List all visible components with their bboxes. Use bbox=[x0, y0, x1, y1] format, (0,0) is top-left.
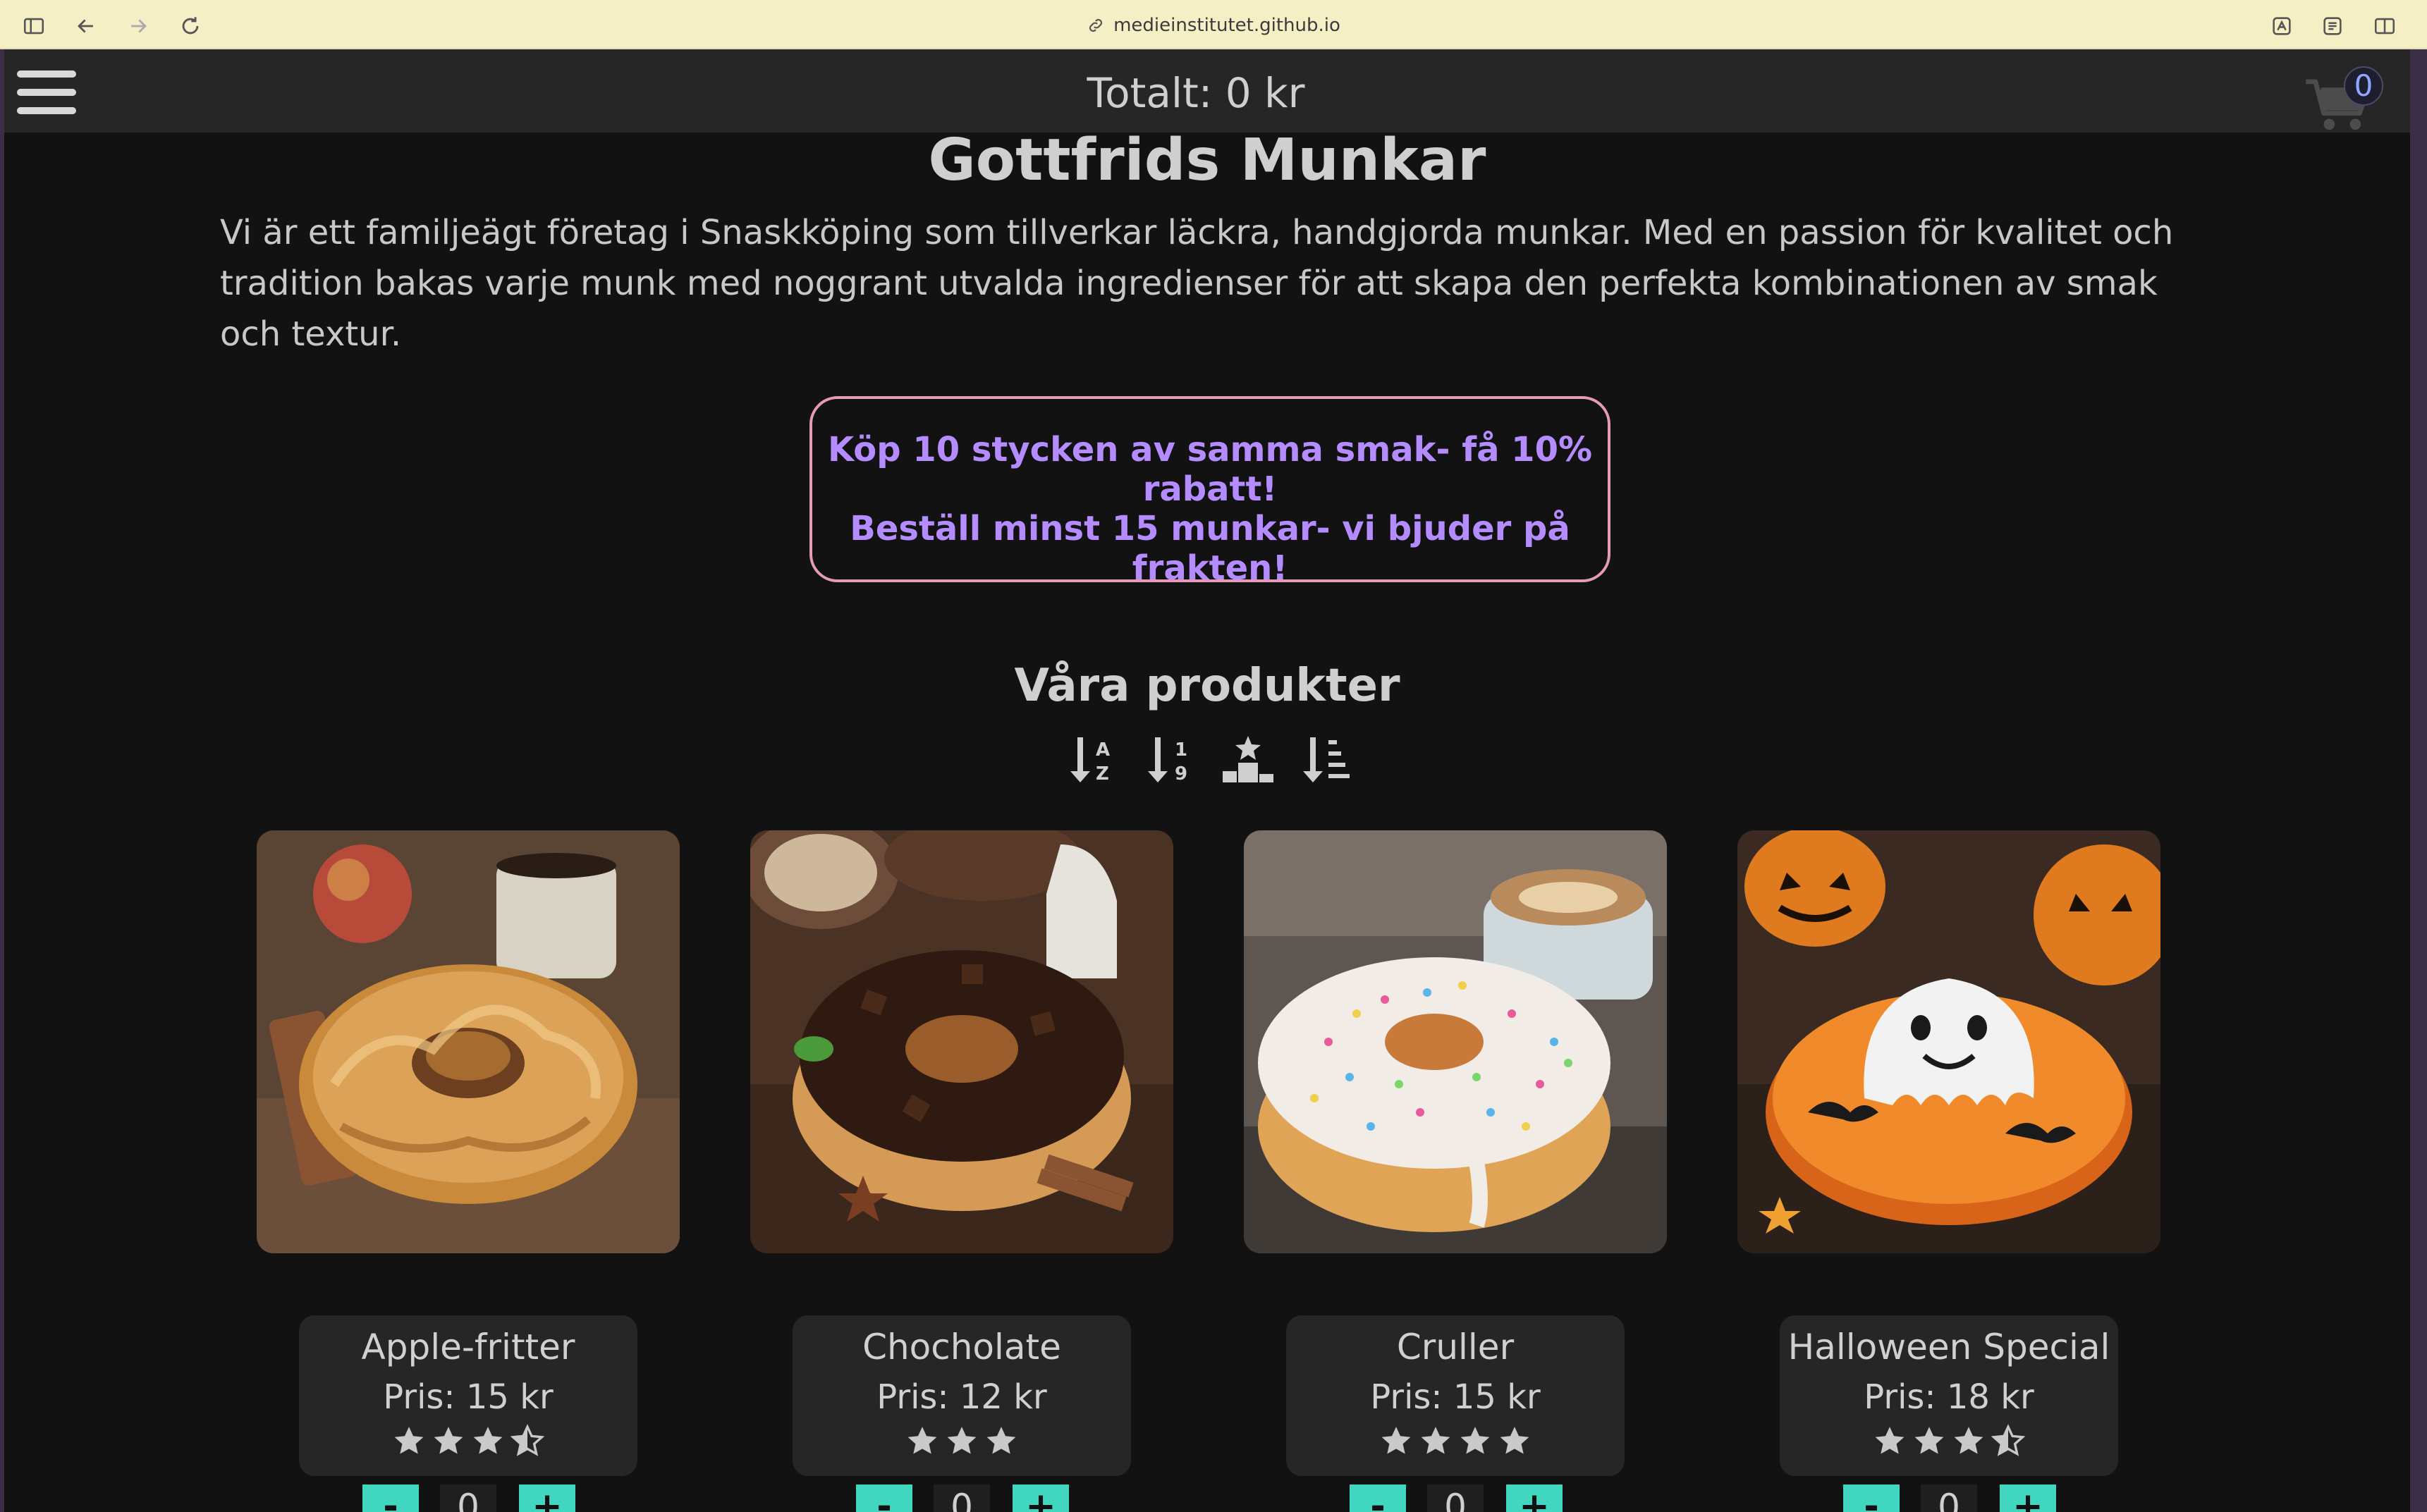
sort-numeric-icon[interactable]: 1 9 bbox=[1142, 732, 1199, 788]
increase-button[interactable]: + bbox=[1013, 1485, 1069, 1512]
translate-icon[interactable] bbox=[2268, 12, 2296, 40]
address-bar[interactable]: medieinstitutet.github.io bbox=[987, 10, 1440, 41]
reader-icon[interactable] bbox=[2318, 12, 2347, 40]
product-card: Cruller Pris: 15 kr - 0 + bbox=[1244, 830, 1667, 1512]
star-icon bbox=[473, 1427, 503, 1454]
page: Totalt: 0 kr 0 Gottfrids Munkar Vi är et… bbox=[4, 49, 2410, 1512]
promo-line: Köp 10 stycken av samma smak- få 10% rab… bbox=[827, 430, 1593, 509]
link-icon bbox=[1089, 18, 1103, 32]
decrease-button[interactable]: - bbox=[1350, 1485, 1406, 1512]
product-name: Chocholate bbox=[862, 1327, 1061, 1367]
product-price: Pris: 15 kr bbox=[1370, 1377, 1541, 1417]
increase-button[interactable]: + bbox=[1506, 1485, 1563, 1512]
star-icon bbox=[1421, 1427, 1450, 1454]
star-icon bbox=[1500, 1427, 1529, 1454]
star-icon bbox=[434, 1427, 463, 1454]
cart-count-badge: 0 bbox=[2344, 66, 2383, 106]
increase-button[interactable]: + bbox=[519, 1485, 575, 1512]
product-info: Cruller Pris: 15 kr bbox=[1286, 1315, 1625, 1476]
product-name: Halloween Special bbox=[1787, 1327, 2110, 1367]
star-icon bbox=[986, 1427, 1016, 1454]
page-title: Gottfrids Munkar bbox=[928, 127, 1486, 194]
decrease-button[interactable]: - bbox=[856, 1485, 912, 1512]
svg-text:9: 9 bbox=[1175, 763, 1187, 785]
product-card: Chocholate Pris: 12 kr - 0 + bbox=[750, 830, 1173, 1512]
products-heading: Våra produkter bbox=[1014, 660, 1400, 712]
product-info: Chocholate Pris: 12 kr bbox=[793, 1315, 1131, 1476]
svg-text:Z: Z bbox=[1096, 763, 1109, 785]
product-info: Apple-fritter Pris: 15 kr bbox=[299, 1315, 637, 1476]
star-icon bbox=[1914, 1427, 1944, 1454]
back-icon[interactable] bbox=[72, 12, 100, 40]
quantity-stepper: - 0 + bbox=[362, 1485, 575, 1512]
decrease-button[interactable]: - bbox=[1843, 1485, 1900, 1512]
star-icon bbox=[907, 1427, 937, 1454]
sort-alpha-icon[interactable]: A Z bbox=[1065, 732, 1121, 788]
star-icon bbox=[1460, 1427, 1490, 1454]
quantity-value: 0 bbox=[1427, 1485, 1484, 1512]
split-view-icon[interactable] bbox=[2371, 12, 2399, 40]
forward-icon[interactable] bbox=[124, 12, 152, 40]
svg-text:1: 1 bbox=[1175, 739, 1187, 761]
hamburger-icon[interactable] bbox=[17, 70, 78, 123]
quantity-stepper: - 0 + bbox=[856, 1485, 1069, 1512]
decrease-button[interactable]: - bbox=[362, 1485, 419, 1512]
quantity-stepper: - 0 + bbox=[1843, 1485, 2056, 1512]
star-half-icon bbox=[510, 1424, 545, 1456]
product-image bbox=[257, 830, 680, 1253]
product-image bbox=[1244, 830, 1667, 1253]
product-price: Pris: 15 kr bbox=[383, 1377, 554, 1417]
star-icon bbox=[1875, 1427, 1905, 1454]
product-name: Apple-fritter bbox=[361, 1327, 575, 1367]
product-rating bbox=[1286, 1424, 1625, 1466]
product-image bbox=[1737, 830, 2160, 1253]
window-frame-right bbox=[2410, 49, 2427, 1512]
sort-category-icon[interactable] bbox=[1297, 732, 1354, 788]
star-icon bbox=[1381, 1427, 1411, 1454]
product-rating bbox=[793, 1424, 1131, 1466]
product-card: Halloween Special Pris: 18 kr - 0 + bbox=[1737, 830, 2160, 1512]
product-rating bbox=[1780, 1424, 2118, 1466]
product-price: Pris: 18 kr bbox=[1864, 1377, 2034, 1417]
product-card: Apple-fritter Pris: 15 kr - 0 + bbox=[257, 830, 680, 1512]
browser-toolbar: medieinstitutet.github.io bbox=[0, 0, 2427, 49]
product-image bbox=[750, 830, 1173, 1253]
star-icon bbox=[394, 1427, 424, 1454]
cart-total: Totalt: 0 kr bbox=[1087, 69, 1305, 117]
svg-text:A: A bbox=[1096, 739, 1110, 761]
product-rating bbox=[299, 1424, 637, 1466]
quantity-stepper: - 0 + bbox=[1350, 1485, 1563, 1512]
sort-toolbar: A Z 1 9 bbox=[1065, 732, 1354, 788]
sort-rating-icon[interactable] bbox=[1220, 732, 1276, 788]
product-name: Cruller bbox=[1396, 1327, 1515, 1367]
star-icon bbox=[1954, 1427, 1983, 1454]
product-info: Halloween Special Pris: 18 kr bbox=[1780, 1315, 2118, 1476]
promo-line: Beställ minst 15 munkar- vi bjuder på fr… bbox=[850, 509, 1570, 588]
promo-box: Köp 10 stycken av samma smak- få 10% rab… bbox=[809, 396, 1610, 588]
url-text: medieinstitutet.github.io bbox=[1113, 15, 1340, 36]
star-half-icon bbox=[1991, 1424, 2026, 1456]
increase-button[interactable]: + bbox=[2000, 1485, 2056, 1512]
quantity-value: 0 bbox=[440, 1485, 496, 1512]
sidebar-icon[interactable] bbox=[20, 12, 48, 40]
product-price: Pris: 12 kr bbox=[876, 1377, 1047, 1417]
quantity-value: 0 bbox=[1921, 1485, 1977, 1512]
quantity-value: 0 bbox=[934, 1485, 990, 1512]
reload-icon[interactable] bbox=[176, 12, 204, 40]
intro-text: Vi är ett familjeägt företag i Snaskköpi… bbox=[220, 213, 2174, 354]
cart-button[interactable]: 0 bbox=[2304, 66, 2383, 130]
star-icon bbox=[947, 1427, 977, 1454]
top-bar: Totalt: 0 kr 0 bbox=[4, 49, 2410, 133]
